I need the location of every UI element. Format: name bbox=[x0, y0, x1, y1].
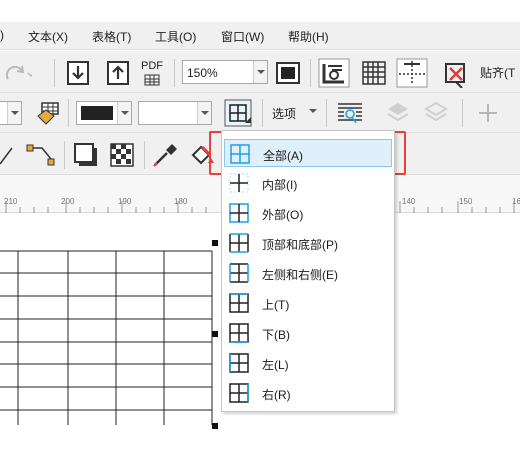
full-screen-preview-icon[interactable] bbox=[274, 60, 302, 86]
publish-pdf-button[interactable]: PDF bbox=[138, 59, 168, 87]
import-icon[interactable] bbox=[64, 60, 92, 86]
send-to-back-icon bbox=[424, 101, 448, 122]
show-guidelines-icon[interactable] bbox=[396, 58, 428, 88]
menu-help[interactable]: 帮助(H) bbox=[288, 28, 329, 45]
options-button[interactable]: 选项 bbox=[272, 105, 296, 122]
toolbar-separator bbox=[326, 99, 327, 127]
toolbar-separator bbox=[174, 59, 175, 87]
pdf-table-icon bbox=[144, 74, 160, 86]
menu-table[interactable]: 表格(T) bbox=[92, 28, 131, 45]
add-icon[interactable] bbox=[476, 101, 500, 125]
toolbar-separator bbox=[310, 59, 311, 87]
ruler-label: 180 bbox=[174, 197, 188, 206]
menu-item-label: 内部(I) bbox=[262, 178, 298, 192]
toolbar-separator bbox=[64, 141, 65, 169]
menu-item-label: 上(T) bbox=[262, 298, 290, 312]
export-icon[interactable] bbox=[104, 60, 132, 86]
menu-item-label: 左(L) bbox=[262, 358, 289, 372]
menu-bar: ) 文本(X) 表格(T) 工具(O) 窗口(W) 帮助(H) bbox=[0, 22, 520, 50]
bring-to-front-icon bbox=[387, 103, 409, 122]
menu-text[interactable]: 文本(X) bbox=[28, 28, 68, 45]
text-wrap-icon[interactable] bbox=[334, 99, 366, 127]
menu-item-inside-borders[interactable]: 内部(I) bbox=[224, 169, 392, 197]
chevron-down-icon bbox=[253, 61, 267, 83]
color-swatch bbox=[81, 106, 113, 120]
outline-color-select[interactable] bbox=[76, 101, 132, 125]
fill-color-icon[interactable] bbox=[34, 100, 62, 126]
menu-item-label: 顶部和底部(P) bbox=[262, 238, 338, 252]
snap-to-label[interactable]: 贴齐(T bbox=[480, 64, 515, 81]
menu-item-label: 全部(A) bbox=[263, 149, 303, 163]
ruler-label: 190 bbox=[118, 197, 132, 206]
menu-view[interactable]: ) bbox=[0, 28, 4, 42]
standard-toolbar: PDF 150% 贴齐(T bbox=[0, 51, 520, 93]
border-dropdown-menu: 全部(A) 内部(I) 外部(O) 顶部和底部(P) 左侧和右侧(E) 上(T)… bbox=[221, 130, 395, 412]
menu-item-left-border[interactable]: 左(L) bbox=[224, 349, 392, 377]
transparency-icon[interactable] bbox=[108, 141, 136, 169]
menu-item-right-border[interactable]: 右(R) bbox=[224, 379, 392, 407]
border-outside-icon bbox=[229, 203, 249, 223]
menu-item-label: 左侧和右侧(E) bbox=[262, 268, 338, 282]
menu-item-bottom-border[interactable]: 下(B) bbox=[224, 319, 392, 347]
zoom-level-select[interactable]: 150% bbox=[182, 60, 268, 84]
outline-width-select[interactable] bbox=[138, 101, 212, 125]
menu-item-label: 外部(O) bbox=[262, 208, 304, 222]
ruler-label: 210 bbox=[4, 197, 18, 206]
border-select-icon[interactable] bbox=[224, 99, 252, 127]
toolbar-separator bbox=[262, 99, 263, 127]
redo-icon[interactable] bbox=[2, 61, 32, 85]
window-top-strip bbox=[0, 0, 520, 22]
border-right-icon bbox=[229, 383, 249, 403]
pdf-label: PDF bbox=[141, 60, 163, 72]
toolbar-separator bbox=[54, 59, 55, 87]
menu-item-all-borders[interactable]: 全部(A) bbox=[224, 139, 392, 167]
border-bottom-icon bbox=[229, 323, 249, 343]
connector-tool-icon[interactable] bbox=[24, 141, 58, 169]
menu-item-label: 右(R) bbox=[262, 388, 291, 402]
chevron-down-icon bbox=[7, 102, 21, 124]
border-top-icon bbox=[229, 293, 249, 313]
toolbar-separator bbox=[68, 99, 69, 127]
ruler-label: 150 bbox=[459, 197, 473, 206]
style-select[interactable] bbox=[0, 101, 22, 125]
chevron-down-icon bbox=[117, 102, 131, 124]
ruler-label: 140 bbox=[402, 197, 416, 206]
border-all-icon bbox=[230, 144, 250, 164]
chevron-down-icon[interactable] bbox=[308, 107, 318, 115]
menu-window[interactable]: 窗口(W) bbox=[221, 28, 264, 45]
chevron-down-icon bbox=[197, 102, 211, 124]
menu-item-outside-borders[interactable]: 外部(O) bbox=[224, 199, 392, 227]
toolbar-separator bbox=[144, 141, 145, 169]
border-inside-icon bbox=[229, 173, 249, 193]
show-grid-icon[interactable] bbox=[358, 58, 390, 88]
menu-item-top-border[interactable]: 上(T) bbox=[224, 289, 392, 317]
line-tool-icon[interactable] bbox=[0, 142, 18, 168]
zoom-value: 150% bbox=[187, 66, 218, 80]
menu-tools[interactable]: 工具(O) bbox=[155, 28, 196, 45]
menu-item-label: 下(B) bbox=[262, 328, 290, 342]
drop-shadow-icon[interactable] bbox=[72, 141, 100, 169]
ruler-label: 200 bbox=[61, 197, 75, 206]
menu-item-left-right-borders[interactable]: 左侧和右侧(E) bbox=[224, 259, 392, 287]
property-bar: 选项 bbox=[0, 93, 520, 133]
show-rulers-icon[interactable] bbox=[318, 58, 350, 88]
toolbar-separator bbox=[462, 99, 463, 127]
border-left-right-icon bbox=[229, 263, 249, 283]
menu-item-top-bottom-borders[interactable]: 顶部和底部(P) bbox=[224, 229, 392, 257]
border-left-icon bbox=[229, 353, 249, 373]
ruler-label: 160 bbox=[512, 197, 520, 206]
border-top-bottom-icon bbox=[229, 233, 249, 253]
snap-off-icon[interactable] bbox=[440, 58, 472, 88]
eyedropper-icon[interactable] bbox=[150, 141, 180, 169]
